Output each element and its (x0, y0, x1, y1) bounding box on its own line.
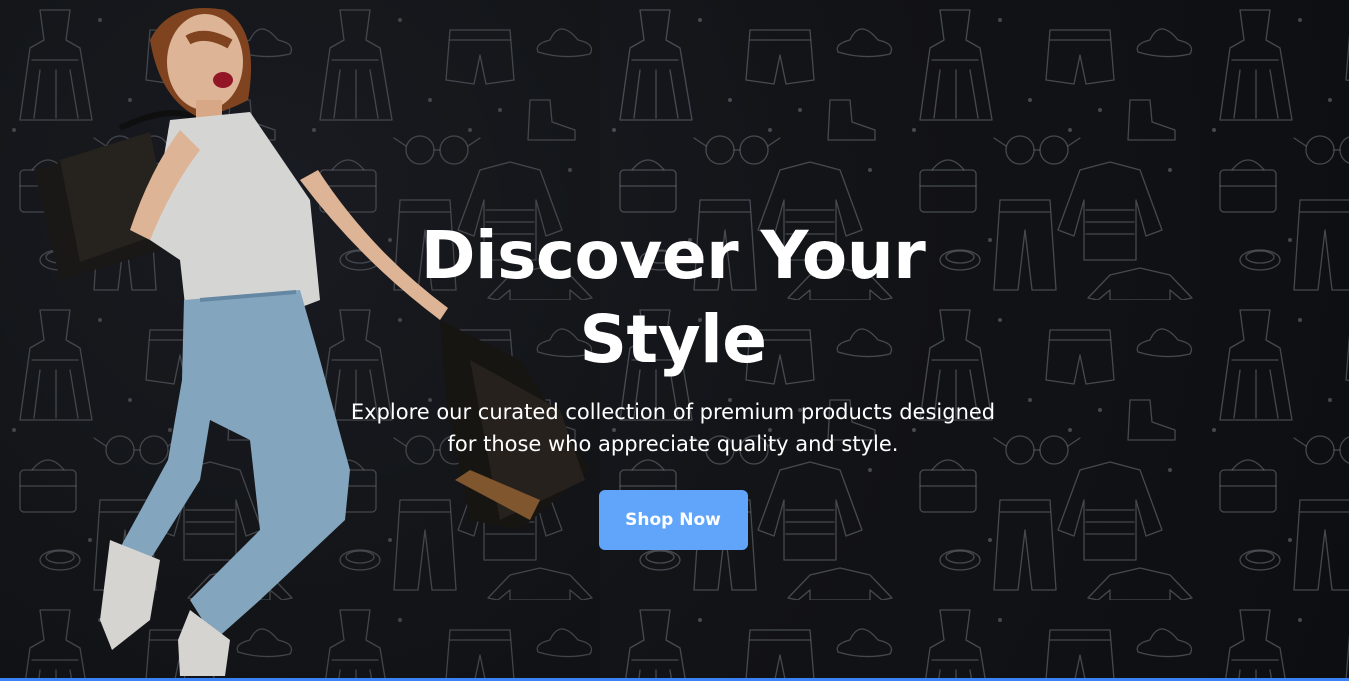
hero-title: Discover Your Style (420, 217, 926, 378)
hero-subtitle: Explore our curated collection of premiu… (350, 400, 996, 456)
hero-section: Discover Your Style Explore our curated … (0, 0, 1349, 681)
shop-now-button[interactable]: Shop Now (598, 490, 748, 550)
hero-content: Discover Your Style Explore our curated … (330, 214, 1016, 550)
